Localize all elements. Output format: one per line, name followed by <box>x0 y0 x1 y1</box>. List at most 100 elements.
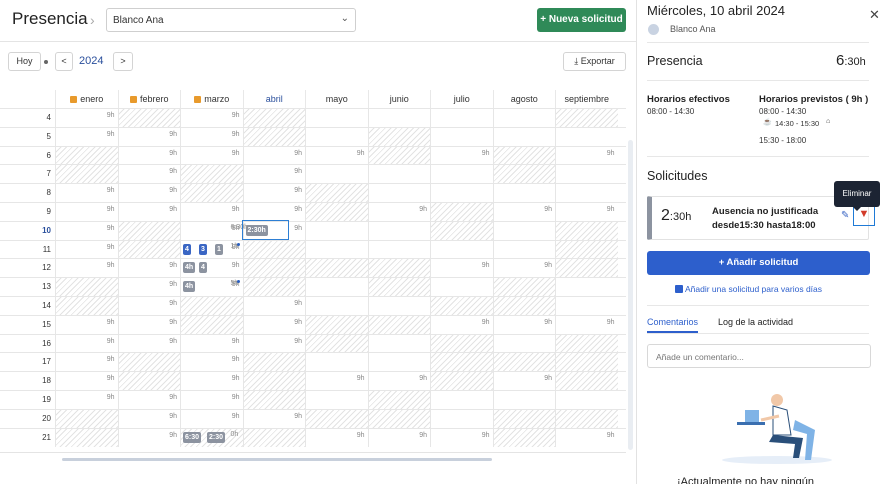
day-cell[interactable] <box>367 221 431 241</box>
day-cell[interactable] <box>430 297 493 316</box>
day-cell[interactable]: 9h <box>555 203 618 222</box>
day-cell[interactable]: 9h <box>117 334 181 354</box>
day-cell[interactable]: 9h <box>242 184 306 203</box>
day-cell[interactable] <box>305 203 368 222</box>
vertical-scrollbar[interactable] <box>628 140 633 450</box>
day-cell[interactable] <box>430 127 493 147</box>
day-cell[interactable] <box>555 184 618 203</box>
request-chip[interactable]: 4 <box>199 262 207 274</box>
day-cell[interactable]: 9h <box>555 146 618 166</box>
day-cell[interactable] <box>305 109 368 128</box>
horizontal-scrollbar-thumb[interactable] <box>62 458 492 461</box>
day-cell[interactable] <box>492 146 555 166</box>
day-cell[interactable] <box>555 165 618 185</box>
day-cell[interactable]: 9h <box>305 372 368 391</box>
day-cell[interactable] <box>430 353 493 373</box>
day-cell[interactable] <box>305 409 368 429</box>
month-header-abril[interactable]: abril <box>242 90 306 108</box>
export-button[interactable]: ⤓ Exportar <box>563 52 626 71</box>
day-cell[interactable] <box>55 165 118 185</box>
day-cell[interactable]: 9h <box>117 127 181 147</box>
day-cell[interactable] <box>367 165 431 185</box>
day-cell[interactable] <box>430 372 493 391</box>
day-cell[interactable]: 9h <box>55 353 118 373</box>
day-cell[interactable] <box>305 221 368 241</box>
close-icon[interactable]: ✕ <box>869 7 880 23</box>
day-cell[interactable] <box>367 184 431 203</box>
day-cell[interactable]: 9h <box>117 315 181 335</box>
edit-icon[interactable]: ✎ <box>841 210 849 221</box>
day-cell[interactable] <box>555 221 618 241</box>
day-cell[interactable] <box>242 428 305 448</box>
prev-year-button[interactable]: < <box>55 52 73 71</box>
day-cell[interactable]: 9h <box>117 184 181 203</box>
day-cell[interactable] <box>492 409 555 429</box>
day-cell[interactable] <box>367 146 430 166</box>
day-cell[interactable] <box>430 391 493 410</box>
month-header-junio[interactable]: junio <box>367 90 431 108</box>
day-cell[interactable]: 9h <box>242 297 306 316</box>
day-cell[interactable]: 9h <box>55 109 118 128</box>
day-cell[interactable] <box>555 334 618 354</box>
day-cell[interactable] <box>555 259 618 279</box>
comment-input[interactable]: Añade un comentario... <box>647 344 871 368</box>
day-cell[interactable] <box>367 334 431 354</box>
day-cell[interactable]: 9h <box>55 127 118 147</box>
day-cell[interactable]: 9h <box>242 409 306 429</box>
day-cell[interactable]: 9h <box>242 146 306 166</box>
day-cell[interactable] <box>555 353 618 373</box>
day-cell[interactable] <box>55 278 118 297</box>
day-cell[interactable] <box>242 109 305 128</box>
day-cell[interactable]: 9h <box>242 165 306 185</box>
day-cell[interactable]: 9h <box>55 372 118 391</box>
day-cell[interactable]: 9h <box>117 146 181 166</box>
day-cell[interactable] <box>555 109 618 128</box>
day-cell[interactable] <box>117 372 180 391</box>
day-cell[interactable] <box>430 409 493 429</box>
day-cell[interactable]: 9h <box>242 334 306 354</box>
day-cell[interactable] <box>492 297 555 316</box>
day-cell[interactable] <box>492 353 555 373</box>
day-cell[interactable]: 9h <box>117 391 181 410</box>
day-cell[interactable] <box>367 391 430 410</box>
day-cell[interactable] <box>430 165 493 185</box>
day-cell[interactable] <box>492 184 556 203</box>
day-cell[interactable]: 9h <box>430 315 493 335</box>
day-cell[interactable] <box>180 184 243 203</box>
day-cell[interactable]: 9h <box>55 259 118 279</box>
day-cell[interactable]: 9h <box>55 315 118 335</box>
tab-activity-log[interactable]: Log de la actividad <box>718 317 793 327</box>
request-chip[interactable]: 2:30 <box>207 431 226 443</box>
month-header-febrero[interactable]: febrero <box>117 90 181 108</box>
day-cell[interactable]: 9h <box>180 203 243 222</box>
day-cell[interactable]: 9h <box>305 146 368 166</box>
day-cell[interactable] <box>180 315 243 335</box>
day-cell[interactable] <box>555 409 618 429</box>
day-cell[interactable] <box>242 391 305 410</box>
tab-comments[interactable]: Comentarios <box>647 317 699 333</box>
month-header-septiembre[interactable]: septiembre <box>555 90 618 108</box>
day-cell[interactable] <box>305 259 368 279</box>
day-cell[interactable] <box>305 334 368 354</box>
employee-select[interactable]: Blanco Ana ⌄ <box>106 8 356 32</box>
day-cell[interactable] <box>367 278 430 297</box>
day-cell[interactable]: 9h <box>180 334 243 354</box>
day-cell[interactable]: 9h <box>492 315 556 335</box>
day-cell[interactable] <box>367 240 431 260</box>
selected-day-highlight[interactable] <box>241 219 289 240</box>
add-request-button[interactable]: + Añadir solicitud <box>647 251 870 275</box>
day-cell[interactable] <box>55 297 118 316</box>
day-cell[interactable]: 9h <box>430 146 493 166</box>
day-cell[interactable] <box>430 184 493 203</box>
day-cell[interactable] <box>242 353 305 373</box>
day-cell[interactable]: 9h <box>117 165 181 185</box>
day-cell[interactable] <box>305 278 368 297</box>
day-cell[interactable]: 9h <box>555 315 618 335</box>
day-cell[interactable] <box>367 259 430 279</box>
day-cell[interactable] <box>242 127 305 147</box>
request-chip[interactable]: 4 <box>183 243 191 255</box>
add-multi-day-request-link[interactable]: Añadir una solicitud para varios días <box>675 284 822 294</box>
day-cell[interactable]: 9h <box>492 259 556 279</box>
day-cell[interactable] <box>555 297 618 316</box>
day-cell[interactable] <box>180 165 243 185</box>
